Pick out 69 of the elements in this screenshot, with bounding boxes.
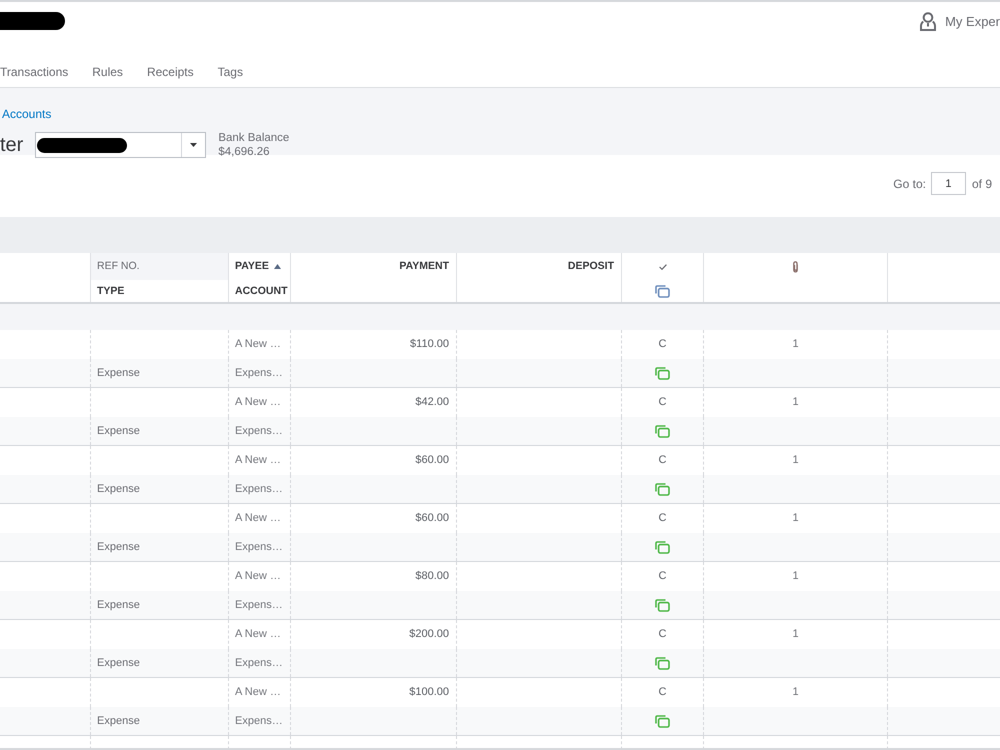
balance-amount: $4,696.26 bbox=[218, 145, 271, 159]
payment-amount: $42.00 bbox=[415, 396, 449, 409]
nav-tab[interactable]: Transactions bbox=[0, 58, 68, 84]
cleared-status: C bbox=[658, 338, 666, 351]
user-icon[interactable] bbox=[920, 12, 936, 31]
cleared-status: C bbox=[658, 628, 666, 641]
cleared-status: C bbox=[658, 686, 666, 699]
transaction-type: Expense bbox=[97, 598, 140, 612]
column-header[interactable]: REF NO. bbox=[91, 253, 228, 280]
payment-amount: $60.00 bbox=[415, 454, 449, 467]
copy-icon[interactable] bbox=[655, 540, 670, 554]
paperclip-icon bbox=[792, 260, 799, 272]
transaction-type: Expense bbox=[97, 366, 140, 380]
nav-tab[interactable]: Receipts bbox=[146, 58, 194, 84]
payee-name: A New … bbox=[235, 686, 281, 699]
checkmark-icon bbox=[658, 264, 666, 270]
payee-name: A New … bbox=[235, 338, 281, 351]
copy-icon[interactable] bbox=[655, 598, 670, 612]
copy-icon[interactable] bbox=[655, 656, 670, 670]
redaction-bar bbox=[0, 12, 65, 30]
nav-tab[interactable]: Tags bbox=[218, 58, 243, 84]
account-name: Expens… bbox=[235, 714, 283, 728]
page-title: ter bbox=[0, 133, 24, 157]
payee-name: A New … bbox=[235, 512, 281, 525]
copy-icon[interactable] bbox=[655, 482, 670, 496]
attachment-count: 1 bbox=[792, 570, 799, 583]
payment-amount: $200.00 bbox=[409, 628, 449, 641]
breadcrumb-link[interactable]: Accounts bbox=[2, 107, 52, 121]
cleared-status: C bbox=[658, 396, 666, 409]
account-name: Expens… bbox=[235, 598, 283, 612]
nav-tab[interactable]: Rules bbox=[92, 58, 123, 84]
cleared-status: C bbox=[658, 512, 666, 525]
transaction-type: Expense bbox=[97, 424, 140, 438]
account-name: Expens… bbox=[235, 482, 283, 496]
payee-name: A New … bbox=[235, 570, 281, 583]
goto-label: Go to: bbox=[893, 176, 926, 192]
payee-name: A New … bbox=[235, 628, 281, 641]
cleared-status: C bbox=[658, 570, 666, 583]
account-name: Expens… bbox=[235, 656, 283, 670]
attachment-count: 1 bbox=[792, 628, 799, 641]
payment-amount: $110.00 bbox=[410, 338, 449, 351]
attachment-count: 1 bbox=[792, 338, 799, 351]
attachment-count: 1 bbox=[792, 396, 799, 409]
attachment-count: 1 bbox=[792, 512, 799, 525]
copy-icon[interactable] bbox=[655, 714, 670, 728]
copy-icon[interactable] bbox=[655, 424, 670, 438]
cleared-status: C bbox=[658, 454, 666, 467]
transaction-type: Expense bbox=[97, 540, 140, 554]
attachment-count: 1 bbox=[792, 454, 799, 467]
caret-icon bbox=[190, 143, 198, 147]
payment-amount: $80.00 bbox=[415, 570, 449, 583]
page-count: of 9 bbox=[972, 176, 992, 192]
transaction-type: Expense bbox=[97, 656, 140, 670]
page-number-field[interactable]: 1 bbox=[930, 172, 966, 195]
account-name: Expens… bbox=[235, 424, 283, 438]
transaction-type: Expense bbox=[97, 714, 140, 728]
balance-label: Bank Balance bbox=[218, 131, 290, 145]
account-select[interactable] bbox=[35, 132, 206, 158]
payment-amount: $100.00 bbox=[409, 686, 449, 699]
user-menu-label[interactable]: My Exper bbox=[945, 14, 1000, 30]
attachment-count: 1 bbox=[792, 686, 799, 699]
payment-amount: $60.00 bbox=[415, 512, 449, 525]
payee-name: A New … bbox=[235, 396, 281, 409]
payee-name: A New … bbox=[235, 454, 281, 467]
account-name: Expens… bbox=[235, 366, 283, 380]
account-name: Expens… bbox=[235, 540, 283, 554]
transaction-type: Expense bbox=[97, 482, 140, 496]
copy-icon[interactable] bbox=[655, 366, 670, 380]
copy-icon[interactable] bbox=[655, 284, 670, 298]
